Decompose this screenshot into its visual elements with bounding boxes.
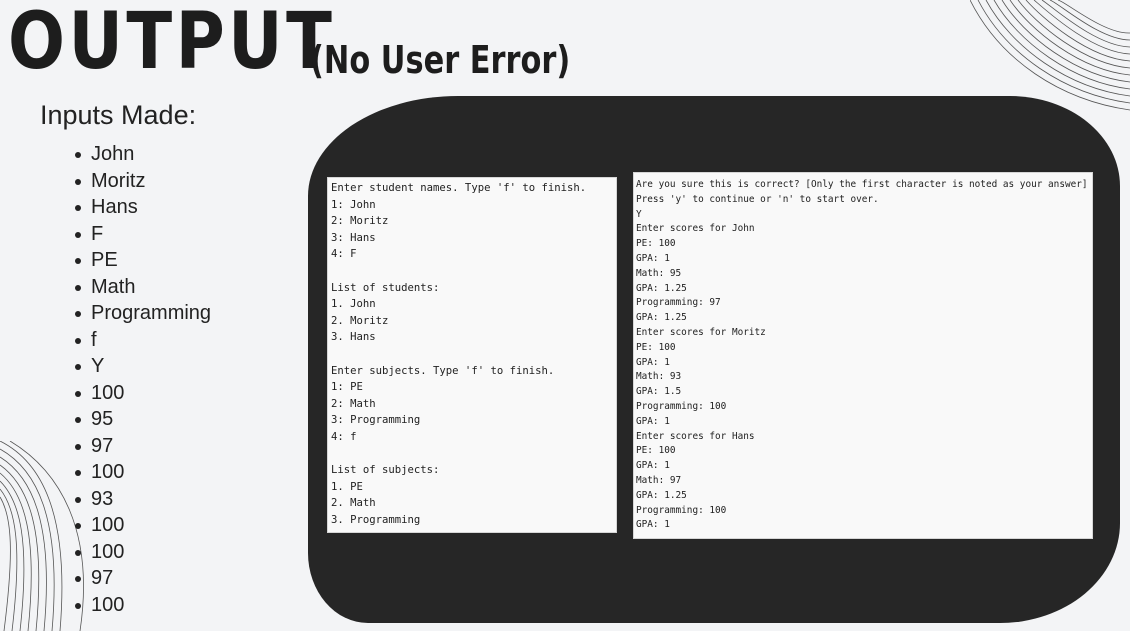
console-line: Programming: 97 xyxy=(636,297,721,309)
console-line: GPA: 1 xyxy=(636,356,670,368)
console-line: 2: Math xyxy=(331,397,376,410)
console-line: 3: Hans xyxy=(331,231,376,244)
list-item: 100 xyxy=(72,512,211,539)
console-line: Press 'y' to continue or 'n' to start ov… xyxy=(636,193,879,205)
page-title: OUTPUT xyxy=(8,0,336,87)
list-item: 95 xyxy=(72,406,211,433)
list-item: f xyxy=(72,327,211,354)
console-output-left: Enter student names. Type 'f' to finish.… xyxy=(327,177,617,533)
console-line: Math: 95 xyxy=(636,267,682,279)
list-item: John xyxy=(72,141,211,168)
console-line: List of students: xyxy=(331,281,440,294)
page-subtitle: (No User Error) xyxy=(310,38,571,82)
console-line: GPA: 1.25 xyxy=(636,489,687,501)
list-item: 97 xyxy=(72,565,211,592)
console-line: 2: Moritz xyxy=(331,215,389,228)
console-line: PE: 100 xyxy=(636,341,676,353)
console-line: Enter scores for Moritz xyxy=(636,326,766,338)
list-item: Y xyxy=(72,353,211,380)
console-line: 3: Programming xyxy=(331,414,421,427)
list-item: Math xyxy=(72,274,211,301)
console-line: Enter scores for Hans xyxy=(636,430,755,442)
console-line: List of subjects: xyxy=(331,464,440,477)
console-line: GPA: 1.25 xyxy=(636,282,687,294)
list-item: 100 xyxy=(72,380,211,407)
console-line: GPA: 1 xyxy=(636,519,670,531)
list-item: 100 xyxy=(72,459,211,486)
console-line: 4: f xyxy=(331,430,357,443)
console-line: Enter student names. Type 'f' to finish. xyxy=(331,182,587,194)
console-line: 1. PE xyxy=(331,480,363,493)
list-item: F xyxy=(72,221,211,248)
console-line: 2. Moritz xyxy=(331,314,389,327)
list-item: 100 xyxy=(72,592,211,619)
console-line: Math: 93 xyxy=(636,371,682,383)
console-line: Enter subjects. Type 'f' to finish. xyxy=(331,364,555,377)
console-line: GPA: 1 xyxy=(636,252,670,264)
list-item: 100 xyxy=(72,539,211,566)
list-item: 93 xyxy=(72,486,211,513)
console-line: GPA: 1 xyxy=(636,415,670,427)
console-line: 4: F xyxy=(331,248,357,261)
console-output-right: Are you sure this is correct? [Only the … xyxy=(633,172,1093,539)
console-line: 1: John xyxy=(331,198,376,211)
list-item: Hans xyxy=(72,194,211,221)
console-line: PE: 100 xyxy=(636,238,676,250)
list-item: Programming xyxy=(72,300,211,327)
console-line: GPA: 1 xyxy=(636,460,670,472)
console-line: GPA: 1.5 xyxy=(636,386,682,398)
console-line: Programming: 100 xyxy=(636,400,727,412)
console-line: Programming: 100 xyxy=(636,504,727,516)
console-line: Are you sure this is correct? [Only the … xyxy=(636,179,1088,190)
list-item: 97 xyxy=(72,433,211,460)
console-line: 1: PE xyxy=(331,381,363,394)
console-line: 3. Programming xyxy=(331,513,421,526)
list-item: PE xyxy=(72,247,211,274)
console-line: 1. John xyxy=(331,298,376,311)
inputs-heading: Inputs Made: xyxy=(40,100,197,130)
console-line: PE: 100 xyxy=(636,445,676,457)
console-line: 3. Hans xyxy=(331,331,376,344)
console-line: 2. Math xyxy=(331,497,376,510)
console-line: Math: 97 xyxy=(636,474,682,486)
console-line: Y xyxy=(636,208,642,220)
console-line: Enter scores for John xyxy=(636,223,755,235)
console-line: GPA: 1.25 xyxy=(636,312,687,324)
inputs-list: John Moritz Hans F PE Math Programming f… xyxy=(72,141,211,618)
list-item: Moritz xyxy=(72,168,211,195)
